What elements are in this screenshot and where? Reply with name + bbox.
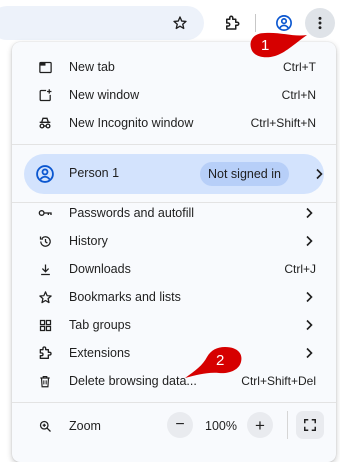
shortcut-text: Ctrl+Shift+N xyxy=(250,116,316,130)
callout-number: 2 xyxy=(216,352,225,369)
history-icon xyxy=(37,233,53,249)
chevron-right-icon xyxy=(306,347,313,359)
download-icon xyxy=(37,261,53,277)
chevron-right-icon xyxy=(306,291,313,303)
profile-name: Person 1 xyxy=(69,166,120,180)
trash-icon xyxy=(37,373,53,389)
minus-icon: − xyxy=(175,416,185,433)
shortcut-text: Ctrl+Shift+Del xyxy=(241,374,316,388)
zoom-value: 100% xyxy=(205,419,237,433)
menu-item-tab-groups[interactable]: Tab groups xyxy=(12,311,336,339)
new-tab-icon xyxy=(37,59,53,75)
star-icon xyxy=(173,16,187,30)
shortcut-text: Ctrl+N xyxy=(281,88,316,102)
incognito-icon xyxy=(37,115,53,131)
puzzle-icon xyxy=(226,15,240,30)
menu-item-label: Delete browsing data... xyxy=(69,374,197,388)
tab-groups-icon xyxy=(37,317,53,333)
chevron-right-icon xyxy=(306,319,313,331)
zoom-divider xyxy=(287,411,288,439)
menu-item-label: New window xyxy=(69,88,140,102)
menu-item-label: Bookmarks and lists xyxy=(69,290,181,304)
chevron-right-icon xyxy=(306,207,313,219)
menu-item-label: Downloads xyxy=(69,262,131,276)
profile-row[interactable]: Person 1 Not signed in xyxy=(24,154,324,194)
menu-separator xyxy=(12,402,336,403)
fullscreen-icon xyxy=(304,419,316,431)
bookmark-star-button[interactable] xyxy=(165,8,195,38)
menu-item-label: New Incognito window xyxy=(69,116,194,130)
menu-separator xyxy=(12,144,336,145)
menu-item-new-window[interactable]: New window Ctrl+N xyxy=(12,81,336,109)
zoom-label: Zoom xyxy=(69,419,101,433)
three-dots-vertical-icon xyxy=(318,16,322,30)
menu-item-passwords-and-autofill[interactable]: Passwords and autofill xyxy=(12,199,336,227)
key-icon xyxy=(37,205,53,221)
chevron-right-icon xyxy=(306,235,313,247)
menu-item-label: New tab xyxy=(69,60,115,74)
menu-item-history[interactable]: History xyxy=(12,227,336,255)
zoom-in-button[interactable]: + xyxy=(247,412,273,438)
menu-item-label: Extensions xyxy=(69,346,131,360)
fullscreen-button[interactable] xyxy=(296,411,324,439)
callout-number: 1 xyxy=(261,37,270,54)
star-icon xyxy=(37,289,53,305)
menu-item-label: Tab groups xyxy=(69,318,131,332)
extensions-icon xyxy=(37,345,53,361)
menu-item-delete-browsing-data[interactable]: Delete browsing data... Ctrl+Shift+Del xyxy=(12,367,336,395)
sign-in-status-badge: Not signed in xyxy=(200,162,289,186)
account-icon xyxy=(35,164,55,189)
menu-item-extensions[interactable]: Extensions xyxy=(12,339,336,367)
shortcut-text: Ctrl+J xyxy=(284,262,316,276)
zoom-icon xyxy=(37,418,53,434)
menu-item-bookmarks-and-lists[interactable]: Bookmarks and lists xyxy=(12,283,336,311)
menu-item-label: Passwords and autofill xyxy=(69,206,195,220)
chevron-right-icon xyxy=(316,168,323,180)
plus-icon: + xyxy=(255,415,265,435)
menu-item-downloads[interactable]: Downloads Ctrl+J xyxy=(12,255,336,283)
new-window-icon xyxy=(37,87,53,103)
zoom-out-button[interactable]: − xyxy=(167,412,193,438)
account-icon xyxy=(276,15,292,31)
chrome-main-menu: New tab Ctrl+T New window Ctrl+N New Inc… xyxy=(12,42,336,462)
extensions-button[interactable] xyxy=(217,8,247,38)
menu-item-label: History xyxy=(69,234,108,248)
toolbar-divider xyxy=(255,14,256,32)
menu-item-new-incognito-window[interactable]: New Incognito window Ctrl+Shift+N xyxy=(12,109,336,137)
